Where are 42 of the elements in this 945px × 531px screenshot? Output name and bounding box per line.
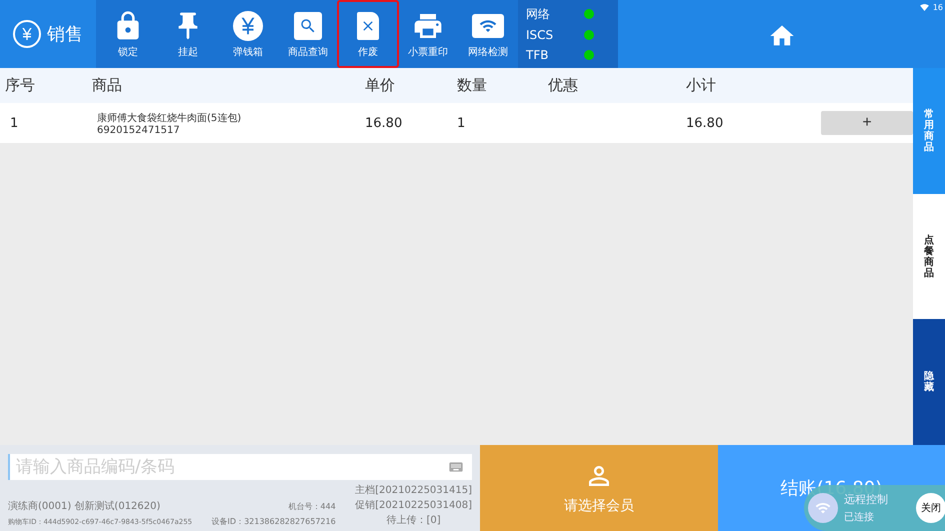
store-text: 演练商(0001) 创新测试(012620) [8,500,160,513]
toolbar-button[interactable]: 挂起 [157,0,219,68]
brand-label: 销售 [47,23,83,46]
column-header: 数量 [456,76,488,95]
device-id-text: 设备ID：321386282827657216 [212,516,336,527]
status-label: 网络 [526,6,550,23]
product-barcode: 6920152471517 [97,124,181,136]
toolbar-button[interactable]: 作废 [337,0,399,68]
toolbar-button[interactable]: 小票重印 [397,0,459,68]
table-cell-text: 1 [9,116,20,130]
toolbar-button[interactable]: 锁定 [97,0,159,68]
pending-upload-text: 待上传：[0] [386,514,441,527]
close-button[interactable]: 关闭 [916,493,945,523]
clock-text: 16 [932,2,943,12]
yen-icon [232,10,264,42]
side-tab[interactable]: 点餐商品 [913,194,945,320]
wifi-signal-icon [920,2,929,12]
status-label: TFB [526,48,548,62]
add-button[interactable]: + [821,111,913,135]
table-cell-text: 16.80 [685,116,724,130]
side-tab[interactable]: 常用商品 [913,68,945,194]
remote-title: 远程控制 [844,493,889,507]
promo-data-text: 促销[20210225031408] [355,499,472,512]
column-header: 商品 [91,76,123,95]
product-name: 康师傅大食袋红烧牛肉面(5连包) [97,112,242,124]
toolbar-button[interactable]: 网络检测 [457,0,519,68]
terminal-text: 机台号：444 [288,501,336,512]
master-data-text: 主档[20210225031415] [355,484,472,497]
toolbar-button[interactable]: 弹钱箱 [217,0,279,68]
table-cell-text: 16.80 [364,116,404,130]
column-header: 单价 [364,76,396,95]
column-header: 序号 [4,76,36,95]
yen-icon [13,20,41,48]
table-row[interactable]: 1 康师傅大食袋红烧牛肉面(5连包) 6920152471517 16.80 1 16.80 + [0,103,913,143]
side-tab[interactable]: 隐藏 [913,319,945,446]
search-icon [292,10,324,42]
column-header: 优惠 [547,76,579,95]
column-header: 小计 [685,76,717,95]
status-label: ISCS [526,28,554,42]
table-cell-text: 1 [456,116,466,130]
toolbar-button[interactable]: 商品查询 [277,0,339,68]
remote-status: 已连接 [844,510,875,524]
